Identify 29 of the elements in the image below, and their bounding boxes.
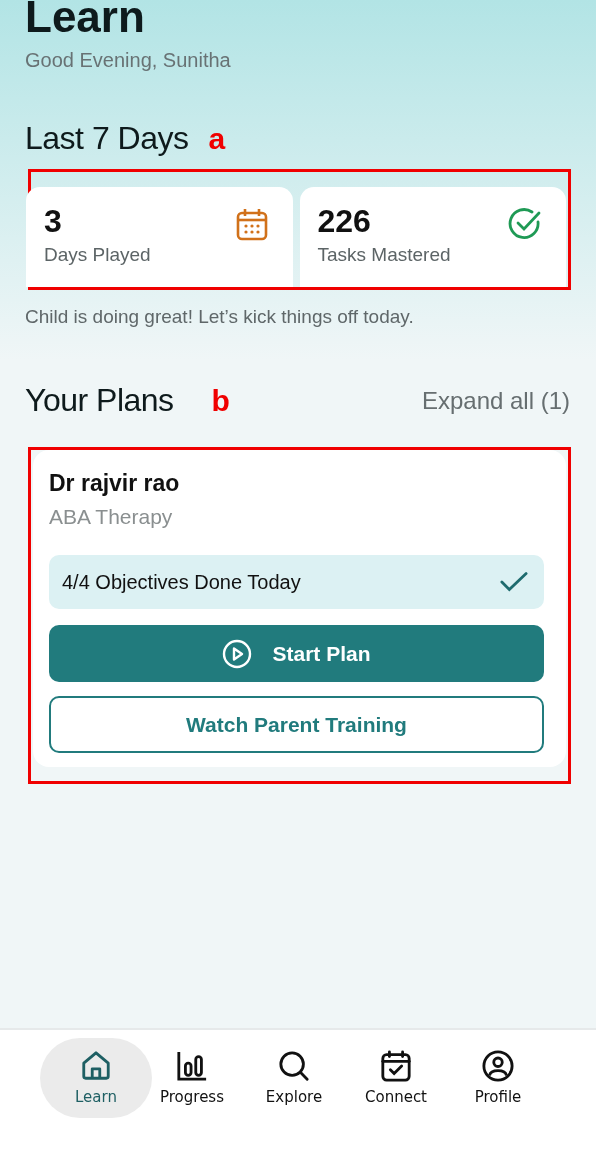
objectives-text: 4/4 Objectives Done Today — [62, 570, 301, 594]
calendar-icon — [234, 207, 269, 241]
profile-icon — [482, 1050, 514, 1082]
nav-tab[interactable]: Learn — [40, 1038, 152, 1118]
greeting: Good Evening, Sunitha — [25, 49, 232, 72]
nav-tab[interactable]: Explore — [242, 1038, 346, 1118]
calendar-check-icon — [380, 1050, 412, 1082]
page-title: Learn — [25, 0, 146, 41]
watch-training-button[interactable]: Watch Parent Training — [49, 696, 544, 753]
therapy-type: ABA Therapy — [49, 505, 174, 529]
stat-value: 226 — [317, 203, 372, 240]
status-message: Child is doing great! Let’s kick things off today. — [25, 306, 415, 328]
section-title: Last 7 Days — [25, 120, 189, 157]
section-title: Your Plans — [25, 382, 174, 419]
stat-label: Days Played — [44, 244, 151, 266]
play-icon — [222, 638, 253, 669]
start-plan-button[interactable]: Start Plan — [49, 625, 544, 682]
annotation-label: b — [211, 383, 230, 418]
nav-tab[interactable]: Connect — [344, 1038, 448, 1118]
home-icon — [80, 1050, 112, 1082]
annotation-label: a — [208, 121, 226, 156]
search-icon — [278, 1050, 310, 1082]
expand-all-link[interactable]: Expand all (1) — [421, 386, 570, 415]
stat-value: 3 — [44, 203, 63, 240]
bar-chart-icon — [176, 1050, 208, 1082]
doctor-name: Dr rajvir rao — [49, 470, 181, 497]
stat-label: Tasks Mastered — [317, 244, 451, 266]
check-circle-icon — [508, 207, 542, 241]
nav-tab[interactable]: Profile — [446, 1038, 550, 1118]
